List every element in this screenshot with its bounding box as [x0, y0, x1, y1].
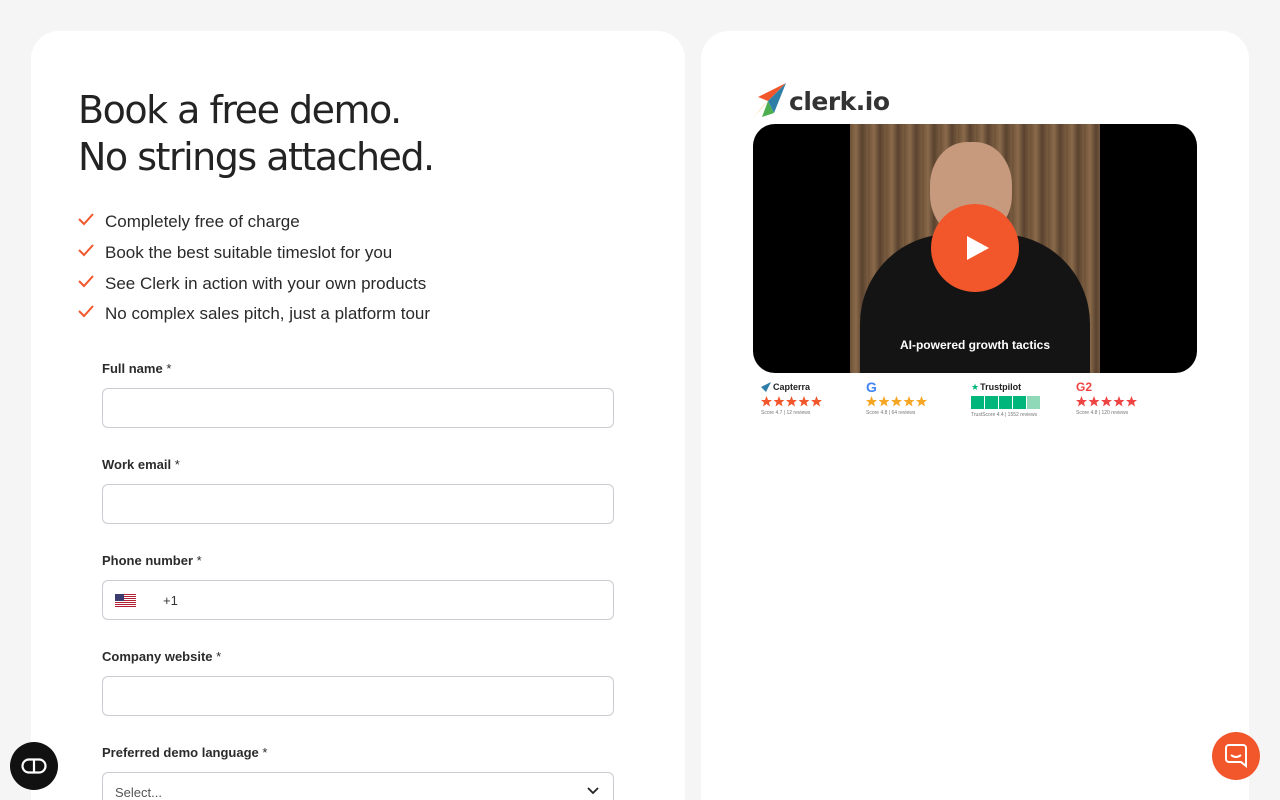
- company-website-label: Company website *: [102, 649, 222, 664]
- demo-video[interactable]: AI-powered growth tactics: [753, 124, 1197, 373]
- capterra-icon: [761, 382, 771, 392]
- star-rating: [866, 396, 971, 407]
- review-badge-trustpilot: ★ Trustpilot TrustScore 4.4 | 1552 review…: [971, 380, 1076, 418]
- demo-language-select[interactable]: Select...: [102, 772, 614, 800]
- full-name-input[interactable]: [102, 388, 614, 428]
- play-button[interactable]: [931, 204, 1019, 292]
- star-rating: [761, 396, 866, 407]
- work-email-label: Work email *: [102, 457, 180, 472]
- full-name-label: Full name *: [102, 361, 172, 376]
- benefit-item: No complex sales pitch, just a platform …: [78, 299, 430, 330]
- review-badges: Capterra Score 4.7 | 12 reviews G Score …: [761, 379, 1181, 418]
- clerk-logo-icon: [752, 83, 786, 119]
- phone-number-label: Phone number *: [102, 553, 202, 568]
- star-rating: [1076, 396, 1181, 407]
- demo-language-selected: Select...: [115, 784, 162, 800]
- benefit-item: Book the best suitable timeslot for you: [78, 238, 430, 269]
- benefits-list: Completely free of charge Book the best …: [78, 207, 430, 330]
- review-badge-capterra: Capterra Score 4.7 | 12 reviews: [761, 380, 866, 418]
- checkmark-icon: [78, 305, 94, 318]
- checkmark-icon: [78, 275, 94, 288]
- chat-icon: [1225, 744, 1247, 768]
- demo-language-field: Preferred demo language * Select...: [102, 745, 614, 800]
- checkmark-icon: [78, 244, 94, 257]
- country-code: +1: [163, 592, 178, 608]
- clerk-logo: clerk.io: [752, 83, 890, 119]
- work-email-input[interactable]: [102, 484, 614, 524]
- g2-icon: G2: [1076, 380, 1093, 394]
- benefit-item: See Clerk in action with your own produc…: [78, 268, 430, 299]
- star-rating: [971, 396, 1076, 409]
- benefit-item: Completely free of charge: [78, 207, 430, 238]
- media-card: clerk.io AI-powered growth tactics Capte…: [701, 31, 1249, 800]
- work-email-field: Work email *: [102, 457, 614, 524]
- video-caption: AI-powered growth tactics: [899, 338, 1051, 352]
- accessibility-button[interactable]: [10, 742, 58, 790]
- phone-number-input[interactable]: +1: [102, 580, 614, 620]
- demo-form-card: Book a free demo. No strings attached. C…: [31, 31, 685, 800]
- company-website-input[interactable]: [102, 676, 614, 716]
- full-name-field: Full name *: [102, 361, 614, 428]
- us-flag-icon[interactable]: [115, 593, 136, 607]
- demo-language-label: Preferred demo language *: [102, 745, 268, 760]
- review-badge-google: G Score 4.8 | 64 reviews: [866, 379, 971, 418]
- google-icon: G: [866, 379, 877, 395]
- play-icon: [966, 236, 989, 260]
- chat-launcher-button[interactable]: [1212, 732, 1260, 780]
- phone-number-field: Phone number * +1: [102, 553, 614, 620]
- page-title: Book a free demo. No strings attached.: [78, 88, 435, 179]
- checkmark-icon: [78, 213, 94, 226]
- logo-wordmark: clerk.io: [789, 86, 890, 116]
- chevron-down-icon: [587, 787, 599, 795]
- review-badge-g2: G2 Score 4.8 | 120 reviews: [1076, 380, 1181, 418]
- company-website-field: Company website *: [102, 649, 614, 716]
- accessibility-icon: [21, 758, 47, 774]
